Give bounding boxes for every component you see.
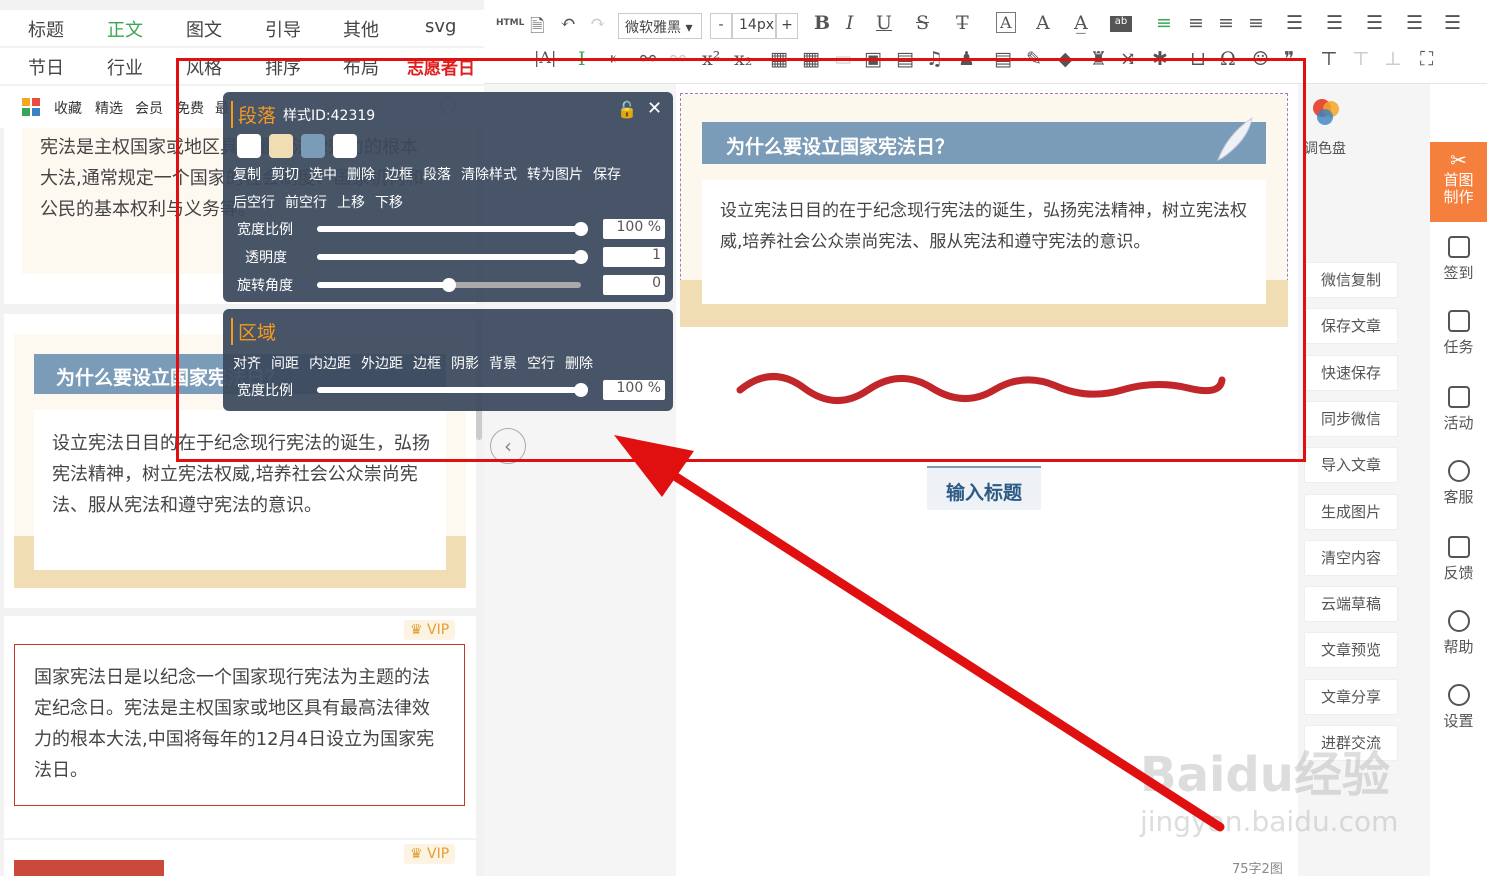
side-button-1[interactable]: 保存文章 — [1304, 308, 1398, 345]
align-left-icon[interactable]: ≡ — [1156, 12, 1172, 34]
paragraph-spacing-icon[interactable]: ☰ — [1366, 12, 1383, 34]
italic-button[interactable]: I — [846, 12, 854, 34]
home-image-button[interactable]: ✂ 首图制作 — [1430, 142, 1487, 222]
align-center-icon[interactable]: ≡ — [1188, 12, 1204, 34]
nav-tab-other[interactable]: 其他 — [343, 16, 379, 42]
font-color-icon[interactable]: A — [1036, 12, 1050, 34]
vip-badge: ♛ VIP — [404, 844, 456, 864]
nav-tab-guide[interactable]: 引导 — [265, 16, 301, 42]
font-size-increase[interactable]: + — [776, 13, 798, 39]
indent-icon[interactable]: ☰ — [1286, 12, 1303, 34]
activity-button[interactable]: 活动 — [1430, 386, 1487, 433]
move-up-icon[interactable]: ⊤ — [1352, 48, 1370, 70]
feedback-button[interactable]: 反馈 — [1430, 536, 1487, 583]
template-card-4[interactable]: ♛ VIP — [4, 840, 476, 876]
bold-button[interactable]: B — [814, 12, 830, 34]
fix-top-icon[interactable]: ⊤ — [1320, 48, 1338, 70]
help-label: 帮助 — [1443, 638, 1474, 656]
annotation-red-box — [176, 58, 1306, 462]
document-icon[interactable]: 🗎 — [530, 14, 544, 44]
help-icon — [1447, 610, 1470, 632]
nav-tab-body[interactable]: 正文 — [107, 16, 143, 42]
filter-featured[interactable]: 精选 — [95, 98, 123, 118]
right-nav-bar: ✂ 首图制作 签到 任务 活动 客服 反馈 帮助 设置 — [1430, 84, 1487, 876]
font-size-value[interactable]: 14px — [732, 13, 776, 39]
side-button-8[interactable]: 文章预览 — [1304, 632, 1398, 669]
nav-tab-industry[interactable]: 行业 — [107, 54, 143, 80]
checkin-button[interactable]: 签到 — [1430, 236, 1487, 283]
colorful-grid-icon — [22, 98, 40, 116]
html-source-button[interactable]: HTML — [496, 18, 524, 28]
font-size-decrease[interactable]: - — [710, 13, 732, 39]
align-justify-icon[interactable]: ≡ — [1248, 12, 1264, 34]
task-icon — [1447, 310, 1470, 332]
gear-icon — [1447, 684, 1470, 706]
headset-icon — [1447, 460, 1470, 482]
undo-icon[interactable]: ↶ — [560, 12, 576, 34]
align-right-icon[interactable]: ≡ — [1218, 12, 1234, 34]
nav-tab-festival[interactable]: 节日 — [28, 54, 64, 80]
scissors-icon: ✂ — [1450, 148, 1467, 172]
palette-label: 调色盘 — [1304, 141, 1346, 157]
nav-tab-svg[interactable]: svg — [425, 16, 456, 37]
list-icon[interactable]: ☰ — [1444, 12, 1461, 34]
side-button-6[interactable]: 清空内容 — [1304, 539, 1398, 576]
fullscreen-icon[interactable]: ⛶ — [1420, 48, 1433, 70]
feedback-icon — [1447, 536, 1470, 558]
strike-t-icon[interactable]: T̶ — [956, 12, 969, 34]
feedback-label: 反馈 — [1443, 564, 1474, 582]
font-family-value: 微软雅黑 — [625, 20, 681, 36]
settings-button[interactable]: 设置 — [1430, 684, 1487, 731]
side-button-7[interactable]: 云端草稿 — [1304, 586, 1398, 623]
category-nav-row1: 标题 正文 图文 引导 其他 svg — [0, 10, 484, 46]
task-button[interactable]: 任务 — [1430, 310, 1487, 357]
annotation-arrow — [600, 425, 1240, 845]
move-down-icon[interactable]: ⊥ — [1384, 48, 1402, 70]
border-text-icon[interactable]: A — [996, 12, 1016, 33]
vip-label: VIP — [427, 846, 450, 862]
calendar-icon — [1447, 236, 1470, 258]
side-button-3[interactable]: 同步微信 — [1304, 400, 1398, 437]
nav-tab-imagetext[interactable]: 图文 — [186, 16, 222, 42]
activity-label: 活动 — [1443, 414, 1474, 432]
side-button-0[interactable]: 微信复制 — [1304, 262, 1398, 298]
highlight-icon[interactable]: A̲ — [1074, 12, 1088, 34]
task-label: 任务 — [1443, 338, 1474, 356]
card3-text: 国家宪法日是以纪念一个国家现行宪法为主题的法定纪念日。宪法是主权国家或地区具有最… — [34, 667, 435, 781]
side-button-4[interactable]: 导入文章 — [1304, 447, 1398, 484]
checkin-label: 签到 — [1443, 264, 1474, 282]
line-height-icon[interactable]: ☰ — [1326, 12, 1343, 34]
word-count: 75字2图 — [1232, 862, 1283, 877]
help-button[interactable]: 帮助 — [1430, 610, 1487, 657]
side-button-5[interactable]: 生成图片 — [1304, 493, 1398, 530]
gift-icon — [1447, 386, 1470, 408]
font-family-select[interactable]: 微软雅黑 ▾ — [618, 13, 702, 39]
palette-icon[interactable] — [1310, 96, 1342, 128]
filter-favorites[interactable]: 收藏 — [54, 98, 82, 118]
redo-icon[interactable]: ↷ — [590, 12, 606, 34]
nav-tab-title[interactable]: 标题 — [28, 16, 64, 42]
vip-badge: ♛ VIP — [404, 620, 456, 640]
home-image-label: 首图制作 — [1443, 171, 1474, 206]
underline-button[interactable]: U — [876, 12, 892, 34]
background-color-icon[interactable]: ab — [1110, 16, 1132, 32]
filter-member[interactable]: 会员 — [135, 98, 163, 118]
side-button-9[interactable]: 文章分享 — [1304, 678, 1398, 715]
template-card-3[interactable]: ♛ VIP 国家宪法日是以纪念一个国家现行宪法为主题的法定纪念日。宪法是主权国家… — [4, 616, 476, 838]
strikethrough-button[interactable]: S — [916, 12, 929, 34]
support-label: 客服 — [1443, 488, 1474, 506]
settings-label: 设置 — [1443, 712, 1474, 730]
vip-label: VIP — [427, 622, 450, 638]
support-button[interactable]: 客服 — [1430, 460, 1487, 507]
side-button-2[interactable]: 快速保存 — [1304, 354, 1398, 391]
letter-spacing-icon[interactable]: ☰ — [1406, 12, 1423, 34]
